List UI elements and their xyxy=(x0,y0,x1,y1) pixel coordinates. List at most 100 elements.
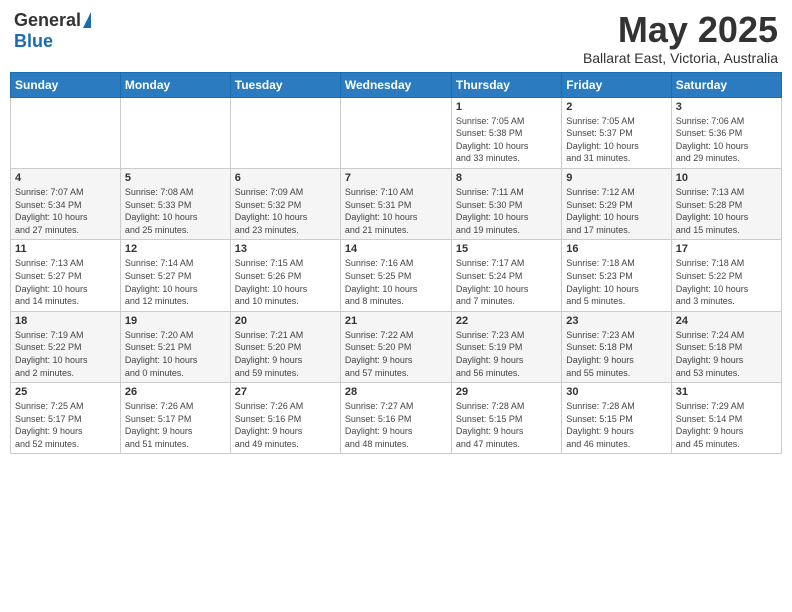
day-info: Sunrise: 7:27 AM Sunset: 5:16 PM Dayligh… xyxy=(345,400,447,450)
calendar-cell: 3 Sunrise: 7:06 AM Sunset: 5:36 PM Daylig… xyxy=(671,97,781,168)
day-info: Sunrise: 7:20 AM Sunset: 5:21 PM Dayligh… xyxy=(125,329,226,379)
day-info: Sunrise: 7:05 AM Sunset: 5:37 PM Dayligh… xyxy=(566,115,666,165)
weekday-header-friday: Friday xyxy=(562,72,671,97)
day-info: Sunrise: 7:10 AM Sunset: 5:31 PM Dayligh… xyxy=(345,186,447,236)
calendar-cell xyxy=(120,97,230,168)
calendar-table: SundayMondayTuesdayWednesdayThursdayFrid… xyxy=(10,72,782,455)
calendar-cell: 31 Sunrise: 7:29 AM Sunset: 5:14 PM Dayli… xyxy=(671,383,781,454)
day-number: 20 xyxy=(235,315,336,327)
day-number: 21 xyxy=(345,315,447,327)
logo: General Blue xyxy=(14,10,91,52)
calendar-cell: 28 Sunrise: 7:27 AM Sunset: 5:16 PM Dayli… xyxy=(340,383,451,454)
day-number: 7 xyxy=(345,172,447,184)
weekday-header-row: SundayMondayTuesdayWednesdayThursdayFrid… xyxy=(11,72,782,97)
day-info: Sunrise: 7:05 AM Sunset: 5:38 PM Dayligh… xyxy=(456,115,557,165)
day-info: Sunrise: 7:19 AM Sunset: 5:22 PM Dayligh… xyxy=(15,329,116,379)
day-info: Sunrise: 7:07 AM Sunset: 5:34 PM Dayligh… xyxy=(15,186,116,236)
calendar-week-row: 25 Sunrise: 7:25 AM Sunset: 5:17 PM Dayli… xyxy=(11,383,782,454)
day-number: 16 xyxy=(566,243,666,255)
day-number: 30 xyxy=(566,386,666,398)
day-info: Sunrise: 7:14 AM Sunset: 5:27 PM Dayligh… xyxy=(125,257,226,307)
weekday-header-monday: Monday xyxy=(120,72,230,97)
day-number: 19 xyxy=(125,315,226,327)
calendar-cell: 5Sunrise: 7:08 AM Sunset: 5:33 PM Daylig… xyxy=(120,168,230,239)
calendar-cell: 6Sunrise: 7:09 AM Sunset: 5:32 PM Daylig… xyxy=(230,168,340,239)
calendar-cell: 19 Sunrise: 7:20 AM Sunset: 5:21 PM Dayli… xyxy=(120,311,230,382)
day-number: 28 xyxy=(345,386,447,398)
day-number: 3 xyxy=(676,101,777,113)
day-number: 31 xyxy=(676,386,777,398)
day-info: Sunrise: 7:15 AM Sunset: 5:26 PM Dayligh… xyxy=(235,257,336,307)
calendar-cell: 15 Sunrise: 7:17 AM Sunset: 5:24 PM Dayli… xyxy=(451,240,561,311)
calendar-cell: 9 Sunrise: 7:12 AM Sunset: 5:29 PM Daylig… xyxy=(562,168,671,239)
day-number: 27 xyxy=(235,386,336,398)
day-info: Sunrise: 7:18 AM Sunset: 5:23 PM Dayligh… xyxy=(566,257,666,307)
day-number: 8 xyxy=(456,172,557,184)
logo-general-text: General xyxy=(14,10,81,31)
day-info: Sunrise: 7:24 AM Sunset: 5:18 PM Dayligh… xyxy=(676,329,777,379)
calendar-cell: 10Sunrise: 7:13 AM Sunset: 5:28 PM Dayli… xyxy=(671,168,781,239)
weekday-header-wednesday: Wednesday xyxy=(340,72,451,97)
calendar-cell: 30 Sunrise: 7:28 AM Sunset: 5:15 PM Dayli… xyxy=(562,383,671,454)
calendar-cell xyxy=(230,97,340,168)
day-number: 14 xyxy=(345,243,447,255)
calendar-cell: 20 Sunrise: 7:21 AM Sunset: 5:20 PM Dayli… xyxy=(230,311,340,382)
day-info: Sunrise: 7:17 AM Sunset: 5:24 PM Dayligh… xyxy=(456,257,557,307)
day-info: Sunrise: 7:23 AM Sunset: 5:18 PM Dayligh… xyxy=(566,329,666,379)
day-number: 23 xyxy=(566,315,666,327)
day-info: Sunrise: 7:26 AM Sunset: 5:17 PM Dayligh… xyxy=(125,400,226,450)
day-number: 25 xyxy=(15,386,116,398)
calendar-cell: 2 Sunrise: 7:05 AM Sunset: 5:37 PM Daylig… xyxy=(562,97,671,168)
calendar-cell xyxy=(11,97,121,168)
calendar-cell: 29 Sunrise: 7:28 AM Sunset: 5:15 PM Dayli… xyxy=(451,383,561,454)
calendar-cell: 12Sunrise: 7:14 AM Sunset: 5:27 PM Dayli… xyxy=(120,240,230,311)
calendar-week-row: 4Sunrise: 7:07 AM Sunset: 5:34 PM Daylig… xyxy=(11,168,782,239)
day-number: 18 xyxy=(15,315,116,327)
calendar-cell: 17 Sunrise: 7:18 AM Sunset: 5:22 PM Dayli… xyxy=(671,240,781,311)
day-info: Sunrise: 7:29 AM Sunset: 5:14 PM Dayligh… xyxy=(676,400,777,450)
day-number: 24 xyxy=(676,315,777,327)
weekday-header-tuesday: Tuesday xyxy=(230,72,340,97)
day-info: Sunrise: 7:08 AM Sunset: 5:33 PM Dayligh… xyxy=(125,186,226,236)
day-info: Sunrise: 7:16 AM Sunset: 5:25 PM Dayligh… xyxy=(345,257,447,307)
calendar-week-row: 1 Sunrise: 7:05 AM Sunset: 5:38 PM Daylig… xyxy=(11,97,782,168)
day-number: 15 xyxy=(456,243,557,255)
weekday-header-sunday: Sunday xyxy=(11,72,121,97)
day-info: Sunrise: 7:28 AM Sunset: 5:15 PM Dayligh… xyxy=(456,400,557,450)
day-number: 2 xyxy=(566,101,666,113)
calendar-cell: 25 Sunrise: 7:25 AM Sunset: 5:17 PM Dayli… xyxy=(11,383,121,454)
day-info: Sunrise: 7:18 AM Sunset: 5:22 PM Dayligh… xyxy=(676,257,777,307)
calendar-cell: 26 Sunrise: 7:26 AM Sunset: 5:17 PM Dayli… xyxy=(120,383,230,454)
calendar-cell: 22Sunrise: 7:23 AM Sunset: 5:19 PM Dayli… xyxy=(451,311,561,382)
calendar-cell: 23 Sunrise: 7:23 AM Sunset: 5:18 PM Dayli… xyxy=(562,311,671,382)
calendar-cell: 24 Sunrise: 7:24 AM Sunset: 5:18 PM Dayli… xyxy=(671,311,781,382)
calendar-cell: 18 Sunrise: 7:19 AM Sunset: 5:22 PM Dayli… xyxy=(11,311,121,382)
day-info: Sunrise: 7:13 AM Sunset: 5:28 PM Dayligh… xyxy=(676,186,777,236)
calendar-cell: 7 Sunrise: 7:10 AM Sunset: 5:31 PM Daylig… xyxy=(340,168,451,239)
day-info: Sunrise: 7:28 AM Sunset: 5:15 PM Dayligh… xyxy=(566,400,666,450)
day-info: Sunrise: 7:23 AM Sunset: 5:19 PM Dayligh… xyxy=(456,329,557,379)
day-info: Sunrise: 7:25 AM Sunset: 5:17 PM Dayligh… xyxy=(15,400,116,450)
day-number: 9 xyxy=(566,172,666,184)
calendar-cell: 8 Sunrise: 7:11 AM Sunset: 5:30 PM Daylig… xyxy=(451,168,561,239)
location-label: Ballarat East, Victoria, Australia xyxy=(583,50,778,66)
calendar-week-row: 11Sunrise: 7:13 AM Sunset: 5:27 PM Dayli… xyxy=(11,240,782,311)
calendar-cell: 1 Sunrise: 7:05 AM Sunset: 5:38 PM Daylig… xyxy=(451,97,561,168)
weekday-header-thursday: Thursday xyxy=(451,72,561,97)
month-title: May 2025 xyxy=(583,10,778,50)
calendar-cell: 16 Sunrise: 7:18 AM Sunset: 5:23 PM Dayli… xyxy=(562,240,671,311)
day-info: Sunrise: 7:21 AM Sunset: 5:20 PM Dayligh… xyxy=(235,329,336,379)
day-info: Sunrise: 7:09 AM Sunset: 5:32 PM Dayligh… xyxy=(235,186,336,236)
day-info: Sunrise: 7:26 AM Sunset: 5:16 PM Dayligh… xyxy=(235,400,336,450)
title-area: May 2025 Ballarat East, Victoria, Austra… xyxy=(583,10,778,66)
day-number: 26 xyxy=(125,386,226,398)
weekday-header-saturday: Saturday xyxy=(671,72,781,97)
day-info: Sunrise: 7:11 AM Sunset: 5:30 PM Dayligh… xyxy=(456,186,557,236)
day-info: Sunrise: 7:13 AM Sunset: 5:27 PM Dayligh… xyxy=(15,257,116,307)
day-info: Sunrise: 7:06 AM Sunset: 5:36 PM Dayligh… xyxy=(676,115,777,165)
day-number: 29 xyxy=(456,386,557,398)
day-number: 17 xyxy=(676,243,777,255)
calendar-cell: 27 Sunrise: 7:26 AM Sunset: 5:16 PM Dayli… xyxy=(230,383,340,454)
day-info: Sunrise: 7:12 AM Sunset: 5:29 PM Dayligh… xyxy=(566,186,666,236)
day-number: 1 xyxy=(456,101,557,113)
